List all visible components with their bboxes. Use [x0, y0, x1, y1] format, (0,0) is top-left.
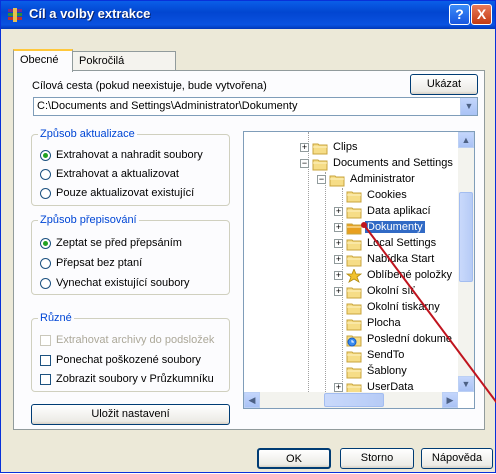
- tab-general[interactable]: Obecné: [13, 49, 73, 72]
- extract-options-dialog: Cíl a volby extrakce ? X Obecné Pokročil…: [0, 0, 496, 473]
- annotation-pointer-line: [361, 222, 496, 404]
